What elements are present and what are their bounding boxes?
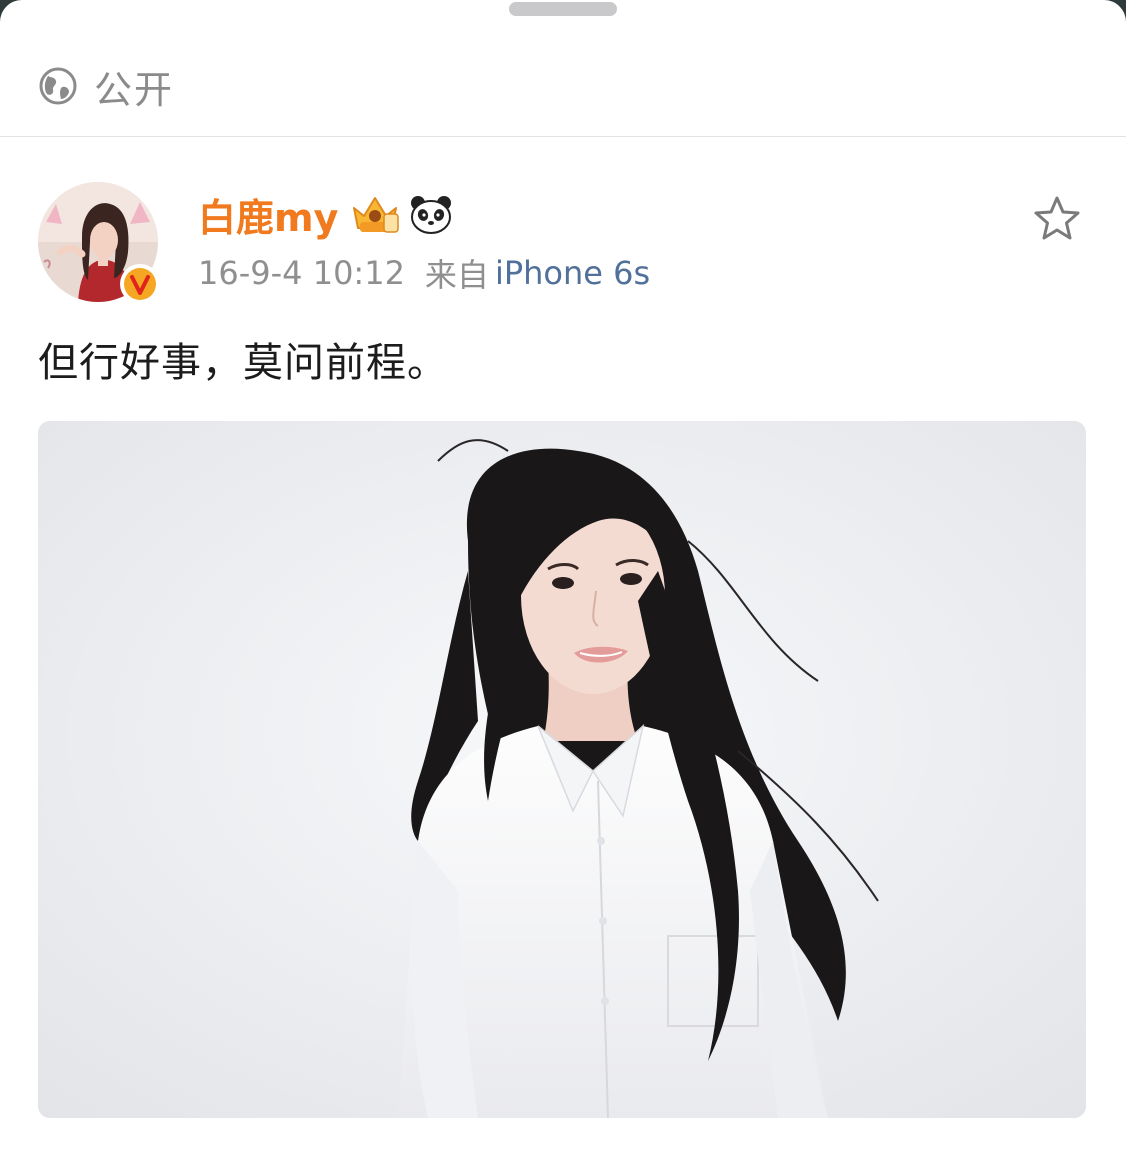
source-prefix: 来自 <box>424 256 489 294</box>
star-outline-icon <box>1034 196 1080 240</box>
post-timestamp: 16-9-4 10:12 <box>198 254 405 292</box>
post-text: 但行好事，莫问前程。 <box>38 340 448 386</box>
post-photo[interactable] <box>38 421 1086 1118</box>
panda-emoji-icon <box>411 196 452 234</box>
source-device-link[interactable]: iPhone 6s <box>495 254 650 292</box>
vip-crown-badge-icon[interactable] <box>348 192 402 236</box>
share-sheet: 公开 白鹿my 16-9-4 10:12 来自 iPhone 6s 但行好事，莫… <box>0 0 1126 1151</box>
sheet-drag-handle[interactable] <box>509 2 617 16</box>
favorite-button[interactable] <box>1030 192 1084 246</box>
globe-icon <box>39 67 77 105</box>
verified-v-badge-icon <box>120 264 160 304</box>
header-divider <box>0 136 1126 137</box>
post-photo-image <box>38 421 1086 1118</box>
visibility-selector[interactable]: 公开 <box>38 62 174 112</box>
visibility-label: 公开 <box>94 67 175 112</box>
post-meta: 16-9-4 10:12 来自 iPhone 6s <box>198 250 650 296</box>
author-avatar[interactable] <box>38 170 162 304</box>
author-header: 白鹿my <box>198 186 454 242</box>
author-name[interactable]: 白鹿my <box>198 187 338 242</box>
